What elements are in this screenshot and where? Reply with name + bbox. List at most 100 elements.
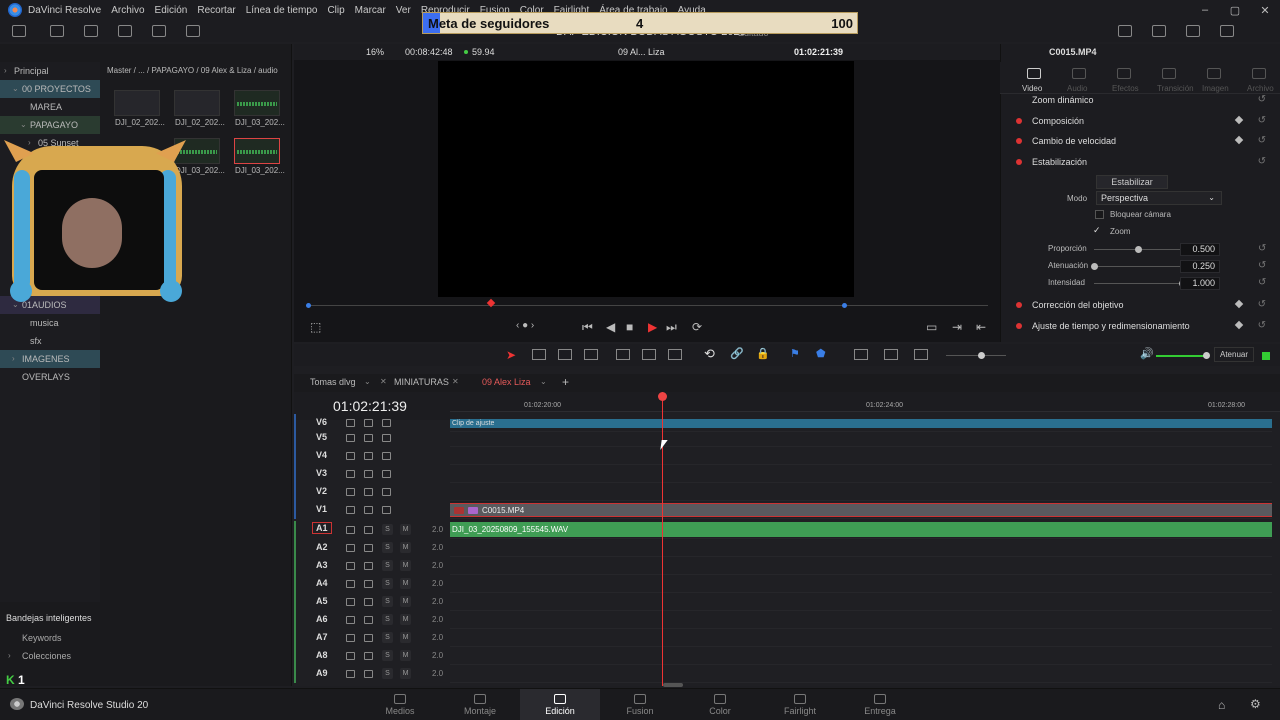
- auto-select-icon[interactable]: [364, 544, 373, 552]
- track-lock-icon[interactable]: [346, 419, 355, 427]
- clip-thumbnail[interactable]: [234, 90, 280, 116]
- audio-track-header[interactable]: A2 S M 2.0: [296, 539, 450, 557]
- metadata-icon[interactable]: [186, 25, 200, 37]
- add-timeline-icon[interactable]: +: [562, 375, 569, 389]
- solo-button[interactable]: S: [382, 632, 393, 643]
- marker-icon[interactable]: ⬟: [816, 347, 826, 360]
- auto-select-icon[interactable]: [364, 526, 373, 534]
- auto-select-icon[interactable]: [364, 470, 373, 478]
- solo-button[interactable]: S: [382, 524, 393, 535]
- solo-button[interactable]: S: [382, 596, 393, 607]
- page-tab-edición[interactable]: Edición: [530, 694, 590, 716]
- param-value-field[interactable]: 0.250: [1180, 260, 1220, 273]
- close-tab-icon[interactable]: ✕: [380, 377, 387, 386]
- auto-select-icon[interactable]: [364, 670, 373, 678]
- track-visibility-icon[interactable]: [382, 419, 391, 427]
- inspector-tab-icon[interactable]: [1072, 68, 1086, 79]
- crop-icon[interactable]: ⬚: [310, 320, 321, 334]
- inspector-tab-icon[interactable]: [1027, 68, 1041, 79]
- track-lock-icon[interactable]: [346, 670, 355, 678]
- timeline-playhead[interactable]: [658, 392, 667, 686]
- trim-tool-icon[interactable]: [532, 349, 546, 360]
- param-slider-knob[interactable]: [1091, 263, 1098, 270]
- track-visibility-icon[interactable]: [382, 452, 391, 460]
- menu-item-7[interactable]: Ver: [396, 5, 411, 16]
- page-tab-fairlight[interactable]: Fairlight: [770, 694, 830, 716]
- audio-clip[interactable]: DJI_03_20250809_155545.WAV: [450, 522, 1272, 537]
- track-lock-icon[interactable]: [346, 652, 355, 660]
- param-slider-knob[interactable]: [1135, 246, 1142, 253]
- clip-thumbnail[interactable]: [234, 138, 280, 164]
- track-lock-icon[interactable]: [346, 506, 355, 514]
- track-lock-icon[interactable]: [346, 580, 355, 588]
- next-edit-icon[interactable]: ⇥: [952, 320, 962, 334]
- keyframe-icon[interactable]: [1234, 299, 1244, 309]
- inspector-tab-icon[interactable]: [1252, 68, 1266, 79]
- section-enable-icon[interactable]: [1016, 302, 1022, 308]
- page-tab-entrega[interactable]: Entrega: [850, 694, 910, 716]
- auto-select-icon[interactable]: [364, 488, 373, 496]
- flag-icon[interactable]: ⚑: [790, 347, 800, 360]
- track-lock-icon[interactable]: [346, 634, 355, 642]
- video-track-header[interactable]: V2: [296, 483, 450, 501]
- reset-icon[interactable]: ↺: [1258, 91, 1266, 109]
- track-visibility-icon[interactable]: [382, 434, 391, 442]
- inspector-section[interactable]: Zoom dinámico ↺: [1010, 91, 1272, 109]
- timeline-tab-active[interactable]: 09 Alex Liza: [482, 377, 531, 387]
- stabilize-button[interactable]: Estabilizar: [1096, 175, 1168, 189]
- inspector-section[interactable]: Ajuste de tiempo y redimensionamiento ↺: [1010, 317, 1272, 335]
- volume-slider-knob[interactable]: [1203, 352, 1210, 359]
- transitions-icon[interactable]: [152, 25, 166, 37]
- solo-button[interactable]: S: [382, 668, 393, 679]
- dim-button[interactable]: Atenuar: [1214, 347, 1255, 362]
- page-tab-montaje[interactable]: Montaje: [450, 694, 510, 716]
- param-slider[interactable]: [1094, 283, 1182, 284]
- auto-select-icon[interactable]: [364, 580, 373, 588]
- position-lock-icon[interactable]: 🔒: [756, 347, 770, 360]
- audio-track-header[interactable]: A3 S M 2.0: [296, 557, 450, 575]
- track-visibility-icon[interactable]: [382, 488, 391, 496]
- zoom-slider[interactable]: [946, 355, 1006, 356]
- inspector-section[interactable]: Corrección del objetivo ↺: [1010, 296, 1272, 314]
- param-value-field[interactable]: 1.000: [1180, 277, 1220, 290]
- insert-clip-icon[interactable]: [616, 349, 630, 360]
- auto-select-icon[interactable]: [364, 562, 373, 570]
- media-pool-icon[interactable]: [12, 25, 26, 37]
- auto-select-icon[interactable]: [364, 652, 373, 660]
- viewer-canvas[interactable]: [438, 61, 854, 297]
- audio-track-header[interactable]: A9 S M 2.0: [296, 665, 450, 683]
- menu-item-6[interactable]: Marcar: [355, 5, 386, 16]
- audio-track-header[interactable]: A7 S M 2.0: [296, 629, 450, 647]
- page-tab-color[interactable]: Color: [690, 694, 750, 716]
- track-lock-icon[interactable]: [346, 526, 355, 534]
- track-lock-icon[interactable]: [346, 470, 355, 478]
- bin-tree-item[interactable]: › IMAGENES: [0, 350, 100, 368]
- lock-camera-checkbox[interactable]: [1095, 210, 1104, 219]
- in-point-marker[interactable]: [306, 303, 311, 308]
- adjustment-clip[interactable]: Clip de ajuste: [450, 419, 1272, 428]
- out-point-marker[interactable]: [842, 303, 847, 308]
- export-icon[interactable]: [1118, 25, 1132, 37]
- chevron-icon[interactable]: ›: [4, 62, 7, 80]
- bin-tree-item[interactable]: sfx: [0, 332, 100, 350]
- video-clip[interactable]: C0015.MP4: [450, 503, 1272, 517]
- section-enable-icon[interactable]: [1016, 159, 1022, 165]
- effects-icon[interactable]: [50, 25, 64, 37]
- clip-thumbnail[interactable]: [114, 90, 160, 116]
- inspector-section[interactable]: Cambio de velocidad ↺: [1010, 132, 1272, 150]
- mute-button[interactable]: M: [400, 632, 411, 643]
- chevron-icon[interactable]: ⌄: [20, 116, 27, 134]
- settings-gear-icon[interactable]: ⚙: [1250, 697, 1261, 711]
- track-visibility-icon[interactable]: [382, 506, 391, 514]
- inspector-section[interactable]: Composición ↺: [1010, 112, 1272, 130]
- playhead-handle[interactable]: [658, 392, 667, 401]
- auto-select-icon[interactable]: [364, 634, 373, 642]
- mute-button[interactable]: M: [400, 542, 411, 553]
- bin-tree-item[interactable]: MAREA: [0, 98, 100, 116]
- reverse-play-icon[interactable]: ◀: [606, 320, 615, 334]
- edit-index-icon[interactable]: [84, 25, 98, 37]
- maximize-icon[interactable]: ▢: [1220, 4, 1250, 17]
- audio-track-header[interactable]: A1 S M 2.0: [296, 521, 450, 539]
- auto-select-icon[interactable]: [364, 419, 373, 427]
- timeline-ruler[interactable]: 01:02:20:00 01:02:24:00 01:02:28:00: [450, 392, 1280, 412]
